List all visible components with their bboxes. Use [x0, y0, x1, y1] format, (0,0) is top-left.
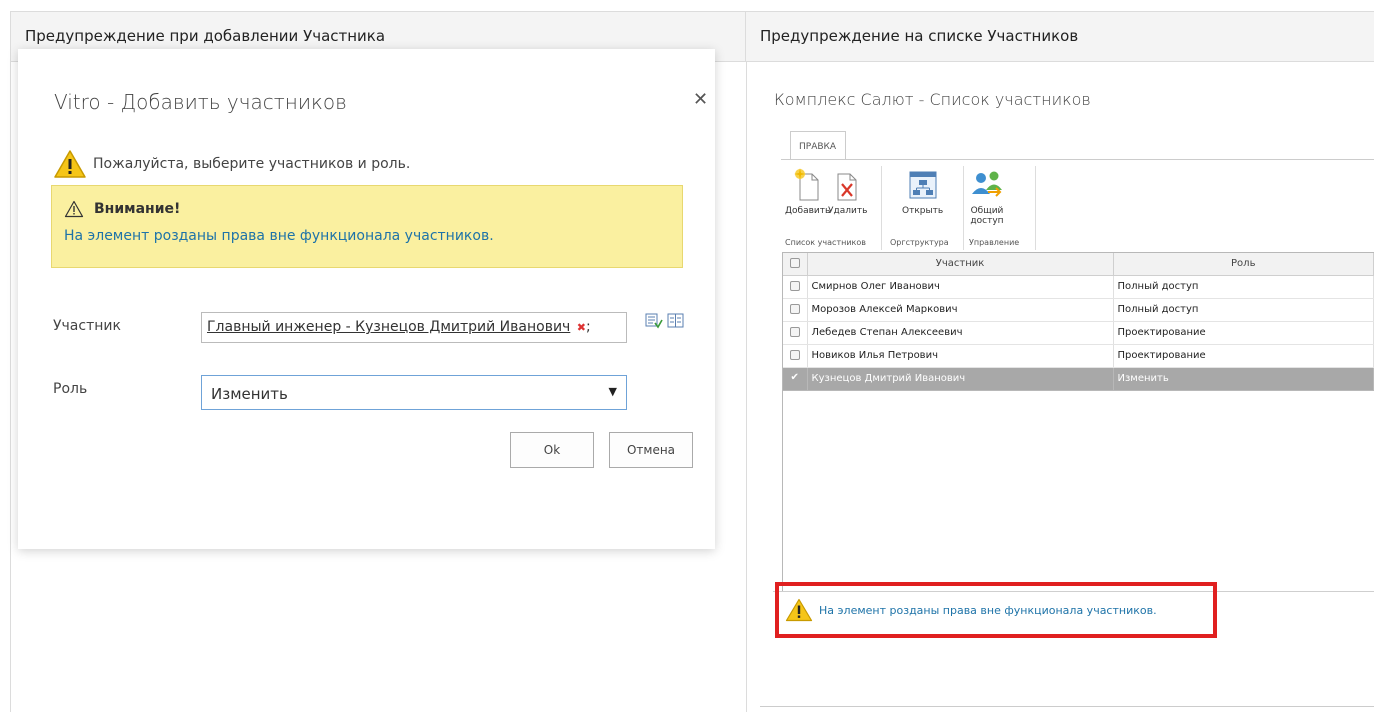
role-cell: Полный доступ: [1113, 275, 1374, 299]
group-label-org: Оргструктура: [890, 238, 949, 247]
group-separator: [1035, 166, 1036, 250]
remove-entity-icon[interactable]: ✖: [577, 321, 586, 334]
participant-cell: Новиков Илья Петрович: [807, 344, 1114, 368]
participant-cell: Морозов Алексей Маркович: [807, 298, 1114, 322]
row-checkbox[interactable]: [789, 327, 800, 337]
share-button[interactable]: Общий доступ: [970, 168, 1004, 226]
cancel-button[interactable]: Отмена: [609, 432, 693, 468]
warning-outline-icon: [64, 200, 84, 218]
table-row-selected[interactable]: ✔ Кузнецов Дмитрий Иванович Изменить: [783, 367, 1374, 391]
orgchart-icon: [909, 171, 937, 199]
select-all-checkbox[interactable]: [789, 258, 800, 269]
notice-title: Внимание!: [94, 201, 181, 217]
dialog-title: Vitro - Добавить участников: [54, 90, 347, 114]
ok-button[interactable]: Ok: [510, 432, 594, 468]
ribbon: ПРАВКА Добавить Удалить Открыть Общий до…: [781, 130, 1374, 252]
row-checkbox[interactable]: [789, 350, 800, 360]
list-title: Комплекс Салют - Список участников: [774, 90, 1091, 109]
add-participants-dialog: Vitro - Добавить участников ✕ Пожалуйста…: [18, 49, 715, 549]
participant-cell: Лебедев Степан Алексеевич: [807, 321, 1114, 345]
ribbon-divider: [781, 159, 1374, 160]
delete-button[interactable]: Удалить: [828, 168, 867, 216]
role-label: Роль: [53, 381, 88, 397]
right-column-header: Предупреждение на списке Участников: [746, 12, 1374, 62]
add-button[interactable]: Добавить: [785, 168, 830, 216]
group-separator: [963, 166, 964, 250]
tab-edit[interactable]: ПРАВКА: [790, 131, 846, 160]
column-header-participant[interactable]: Участник: [807, 253, 1114, 276]
participant-picker[interactable]: Главный инженер - Кузнецов Дмитрий Ивано…: [201, 312, 627, 343]
highlight-box: [775, 582, 1217, 638]
prompt-text: Пожалуйста, выберите участников и роль.: [93, 156, 411, 172]
column-header-role[interactable]: Роль: [1113, 253, 1374, 276]
role-cell: Проектирование: [1113, 321, 1374, 345]
participant-entity[interactable]: Главный инженер - Кузнецов Дмитрий Ивано…: [207, 319, 570, 335]
delete-document-icon: [837, 173, 857, 201]
dropdown-arrow-icon: ▼: [608, 385, 617, 398]
notice-box: Внимание! На элемент розданы права вне ф…: [51, 185, 683, 268]
participant-cell: Смирнов Олег Иванович: [807, 275, 1114, 299]
group-label-list: Список участников: [785, 238, 866, 247]
open-label: Открыть: [902, 206, 944, 216]
column-divider: [746, 62, 747, 712]
table-row[interactable]: Морозов Алексей Маркович Полный доступ: [783, 298, 1374, 322]
role-value: Изменить: [211, 385, 288, 403]
warning-icon: [54, 150, 86, 178]
select-all-header[interactable]: [783, 253, 808, 276]
entity-separator: ;: [586, 319, 591, 335]
open-orgchart-button[interactable]: Открыть: [902, 168, 943, 216]
table-row[interactable]: Новиков Илья Петрович Проектирование: [783, 344, 1374, 368]
table-row[interactable]: Лебедев Степан Алексеевич Проектирование: [783, 321, 1374, 345]
check-names-icon[interactable]: [645, 313, 663, 329]
prompt-row: Пожалуйста, выберите участников и роль.: [53, 149, 410, 179]
group-label-manage: Управление: [969, 238, 1020, 247]
row-checkbox[interactable]: ✔: [790, 373, 800, 383]
group-separator: [881, 166, 882, 250]
role-cell: Проектирование: [1113, 344, 1374, 368]
picker-icons: [645, 313, 685, 329]
add-label: Добавить: [785, 206, 831, 216]
panel-bottom-line: [760, 706, 1374, 707]
share-label-1: Общий: [970, 206, 1004, 216]
shared-access-icon: [972, 171, 1002, 197]
row-checkbox[interactable]: [789, 281, 800, 291]
share-label-2: доступ: [970, 216, 1004, 226]
address-book-icon[interactable]: [667, 313, 685, 329]
role-cell: Полный доступ: [1113, 298, 1374, 322]
role-cell: Изменить: [1113, 367, 1374, 391]
delete-label: Удалить: [828, 206, 868, 216]
participant-label: Участник: [53, 318, 121, 334]
row-checkbox[interactable]: [789, 304, 800, 314]
participants-grid: Участник Роль Смирнов Олег Иванович Полн…: [782, 252, 1374, 592]
notice-text: На элемент розданы права вне функционала…: [64, 228, 494, 244]
table-row[interactable]: Смирнов Олег Иванович Полный доступ: [783, 275, 1374, 299]
close-icon[interactable]: ✕: [693, 89, 708, 110]
participant-cell: Кузнецов Дмитрий Иванович: [807, 367, 1114, 391]
add-document-icon: [793, 168, 819, 201]
role-select[interactable]: Изменить ▼: [201, 375, 627, 410]
